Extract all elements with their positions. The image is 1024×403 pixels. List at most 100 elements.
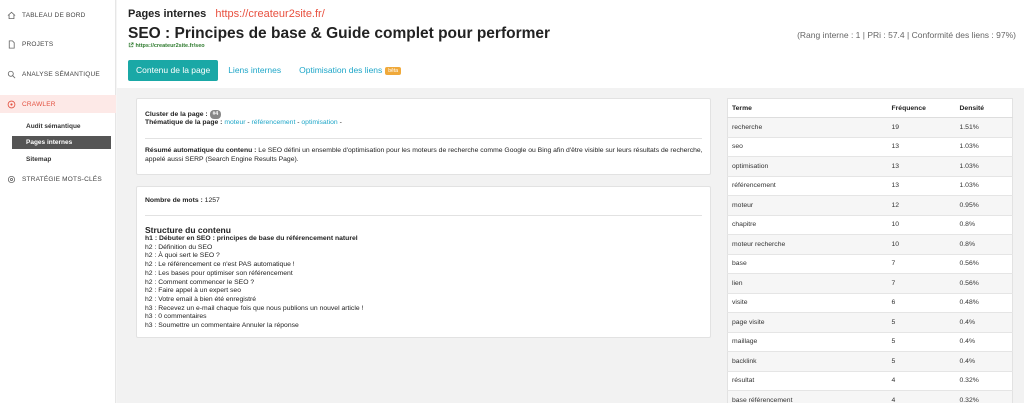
cell-term: base référencement — [727, 390, 888, 403]
cell-frequency: 5 — [887, 351, 956, 371]
cell-density: 0.4% — [955, 312, 1013, 332]
table-row: backlink 5 0.4% — [727, 351, 1013, 371]
structure-title: Structure du contenu — [145, 225, 231, 235]
theme-label: Thématique de la page : — [145, 119, 223, 126]
cell-frequency: 7 — [887, 253, 956, 274]
column-header-densite[interactable]: Densité — [955, 98, 1013, 118]
sidebar-item-label: STRATÉGIE MOTS-CLÉS — [22, 175, 102, 183]
beta-badge: bêta — [385, 67, 402, 75]
cell-frequency: 13 — [887, 136, 956, 157]
tab-liens-internes[interactable]: Liens internes — [220, 60, 289, 81]
table-body: recherche 19 1.51% seo 13 1.03% optimisation 13… — [727, 117, 1013, 403]
cell-density: 0.8% — [955, 234, 1013, 254]
sidebar-subitem-pages-internes[interactable]: Pages internes — [12, 136, 111, 149]
theme-link-moteur[interactable]: moteur — [224, 119, 245, 126]
cell-density: 1.03% — [955, 175, 1013, 196]
cell-term: seo — [727, 136, 888, 157]
theme-link-referencement[interactable]: référencement — [252, 119, 296, 126]
cell-term: moteur recherche — [727, 234, 888, 254]
sidebar-subitem-audit-semantique[interactable]: Audit sémantique — [12, 120, 95, 133]
heading-item: h1 : Débuter en SEO : principes de base … — [145, 235, 358, 242]
heading-item: h3 : Recevez un e-mail chaque fois que n… — [145, 304, 364, 312]
cell-term: optimisation — [727, 156, 888, 176]
table-header-row: Terme Fréquence Densité — [727, 98, 1013, 118]
cell-term: résultat — [727, 370, 888, 391]
cell-term: page visite — [727, 312, 888, 332]
sidebar-subitem-sitemap[interactable]: Sitemap — [12, 153, 65, 166]
cell-frequency: 4 — [887, 370, 956, 391]
target-icon — [6, 99, 16, 109]
cell-frequency: 6 — [887, 292, 956, 313]
divider — [145, 215, 702, 216]
rank-info: (Rang interne : 1 | PRi : 57.4 | Conform… — [797, 30, 1016, 40]
document-icon — [6, 39, 16, 49]
theme-link-optimisation[interactable]: optimisation — [301, 119, 337, 126]
table-row: moteur 12 0.95% — [727, 195, 1013, 215]
table-row: maillage 5 0.4% — [727, 331, 1013, 352]
summary-label: Résumé automatique du contenu : — [145, 147, 257, 154]
sidebar-item-analyse-semantique[interactable]: ANALYSE SÉMANTIQUE — [0, 67, 116, 81]
page-link[interactable]: https://createur2site.fr/seo — [128, 42, 205, 49]
cell-term: référencement — [727, 175, 888, 196]
cell-term: base — [727, 253, 888, 274]
page-link-text: https://createur2site.fr/seo — [135, 43, 205, 49]
column-header-terme[interactable]: Terme — [727, 98, 888, 118]
term-frequency-table: Terme Fréquence Densité recherche 19 1.51%… — [727, 98, 1013, 403]
cell-density: 0.32% — [955, 370, 1013, 391]
word-count-value: 1257 — [204, 197, 220, 204]
table-row: lien 7 0.56% — [727, 273, 1013, 293]
cell-density: 0.48% — [955, 292, 1013, 313]
main-content: Pages internes https://createur2site.fr/… — [117, 0, 1024, 403]
gear-icon — [6, 174, 16, 184]
cell-density: 0.8% — [955, 214, 1013, 235]
page-info-card: Cluster de la page : #4 Thématique de la… — [136, 98, 711, 175]
heading-item: h2 : Votre email à bien été enregistré — [145, 295, 257, 303]
heading-item: h2 : À quoi sert le SEO ? — [145, 252, 220, 260]
cell-density: 0.56% — [955, 253, 1013, 274]
sidebar-item-label: TABLEAU DE BORD — [22, 11, 86, 19]
home-icon — [6, 10, 16, 20]
heading-item: h2 : Les bases pour optimiser son référe… — [145, 269, 293, 277]
sidebar-item-crawler[interactable]: CRAWLER — [0, 95, 116, 113]
sidebar: TABLEAU DE BORD PROJETS ANALYSE SÉMANTIQ… — [0, 0, 116, 403]
tab-optimisation-des-liens[interactable]: Optimisation des liens bêta — [291, 60, 409, 81]
cell-term: lien — [727, 273, 888, 293]
tab-bar: Contenu de la page Liens internes Optimi… — [128, 60, 411, 81]
cell-term: moteur — [727, 195, 888, 215]
sidebar-item-label: PROJETS — [22, 40, 54, 48]
column-header-frequence[interactable]: Fréquence — [887, 98, 956, 118]
external-link-icon — [128, 42, 136, 49]
word-count-label: Nombre de mots : — [145, 197, 203, 204]
tab-contenu-de-la-page[interactable]: Contenu de la page — [128, 60, 219, 81]
cell-frequency: 4 — [887, 390, 956, 403]
cell-density: 0.32% — [955, 390, 1013, 403]
cell-density: 1.03% — [955, 136, 1013, 157]
cell-density: 0.95% — [955, 195, 1013, 215]
sidebar-item-tableau-de-bord[interactable]: TABLEAU DE BORD — [0, 8, 116, 22]
breadcrumb-label: Pages internes — [128, 8, 207, 20]
tab-label: Optimisation des liens — [299, 65, 383, 75]
sidebar-item-projets[interactable]: PROJETS — [0, 37, 116, 51]
sidebar-item-strategie-mots-cles[interactable]: STRATÉGIE MOTS-CLÉS — [0, 172, 116, 186]
cell-frequency: 12 — [887, 195, 956, 215]
structure-section: Structure du contenu h1 : Débuter en SEO… — [145, 225, 363, 331]
content-structure-card: Nombre de mots : 1257 Structure du conte… — [136, 186, 711, 338]
cell-density: 0.4% — [955, 331, 1013, 352]
cluster-badge: #4 — [209, 110, 222, 119]
heading-item: h2 : Faire appel à un expert seo — [145, 287, 241, 295]
table-row: résultat 4 0.32% — [727, 370, 1013, 391]
cell-frequency: 5 — [887, 312, 956, 332]
cell-frequency: 5 — [887, 331, 956, 352]
cell-term: visite — [727, 292, 888, 313]
cell-frequency: 13 — [887, 175, 956, 196]
cell-density: 0.56% — [955, 273, 1013, 293]
heading-item: h2 : Le référencement ce n'est PAS autom… — [145, 261, 295, 269]
table-row: visite 6 0.48% — [727, 292, 1013, 313]
site-url-link[interactable]: https://createur2site.fr/ — [215, 8, 324, 20]
summary: Résumé automatique du contenu : Le SEO d… — [145, 147, 705, 164]
heading-item: h3 : Soumettre un commentaire Annuler la… — [145, 322, 299, 330]
table-row: moteur recherche 10 0.8% — [727, 234, 1013, 254]
cell-density: 0.4% — [955, 351, 1013, 371]
heading-list: h1 : Débuter en SEO : principes de base … — [145, 235, 363, 331]
cell-density: 1.51% — [955, 117, 1013, 137]
